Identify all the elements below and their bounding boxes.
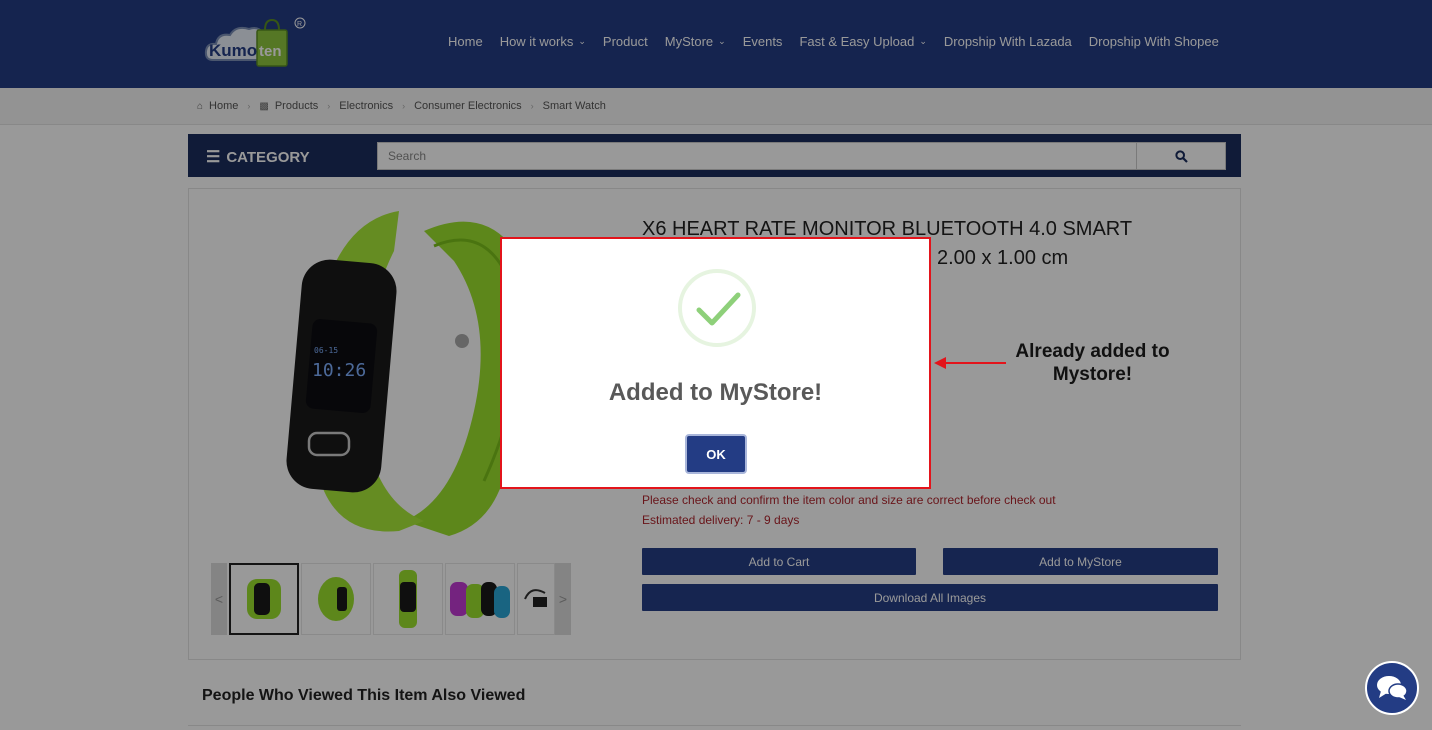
modal-title: Added to MyStore! <box>608 379 823 406</box>
success-check-icon <box>678 269 756 347</box>
success-modal: Added to MyStore! OK <box>500 237 931 489</box>
chat-button[interactable] <box>1365 661 1419 715</box>
chat-bubbles-icon <box>1377 676 1408 700</box>
annotation-arrow-icon <box>934 357 1006 369</box>
annotation-note: Already added to Mystore! <box>1000 340 1185 386</box>
ok-button[interactable]: OK <box>685 434 747 474</box>
annotation-line2: Mystore! <box>1052 364 1133 385</box>
annotation-line1: Already added to <box>1015 341 1170 362</box>
